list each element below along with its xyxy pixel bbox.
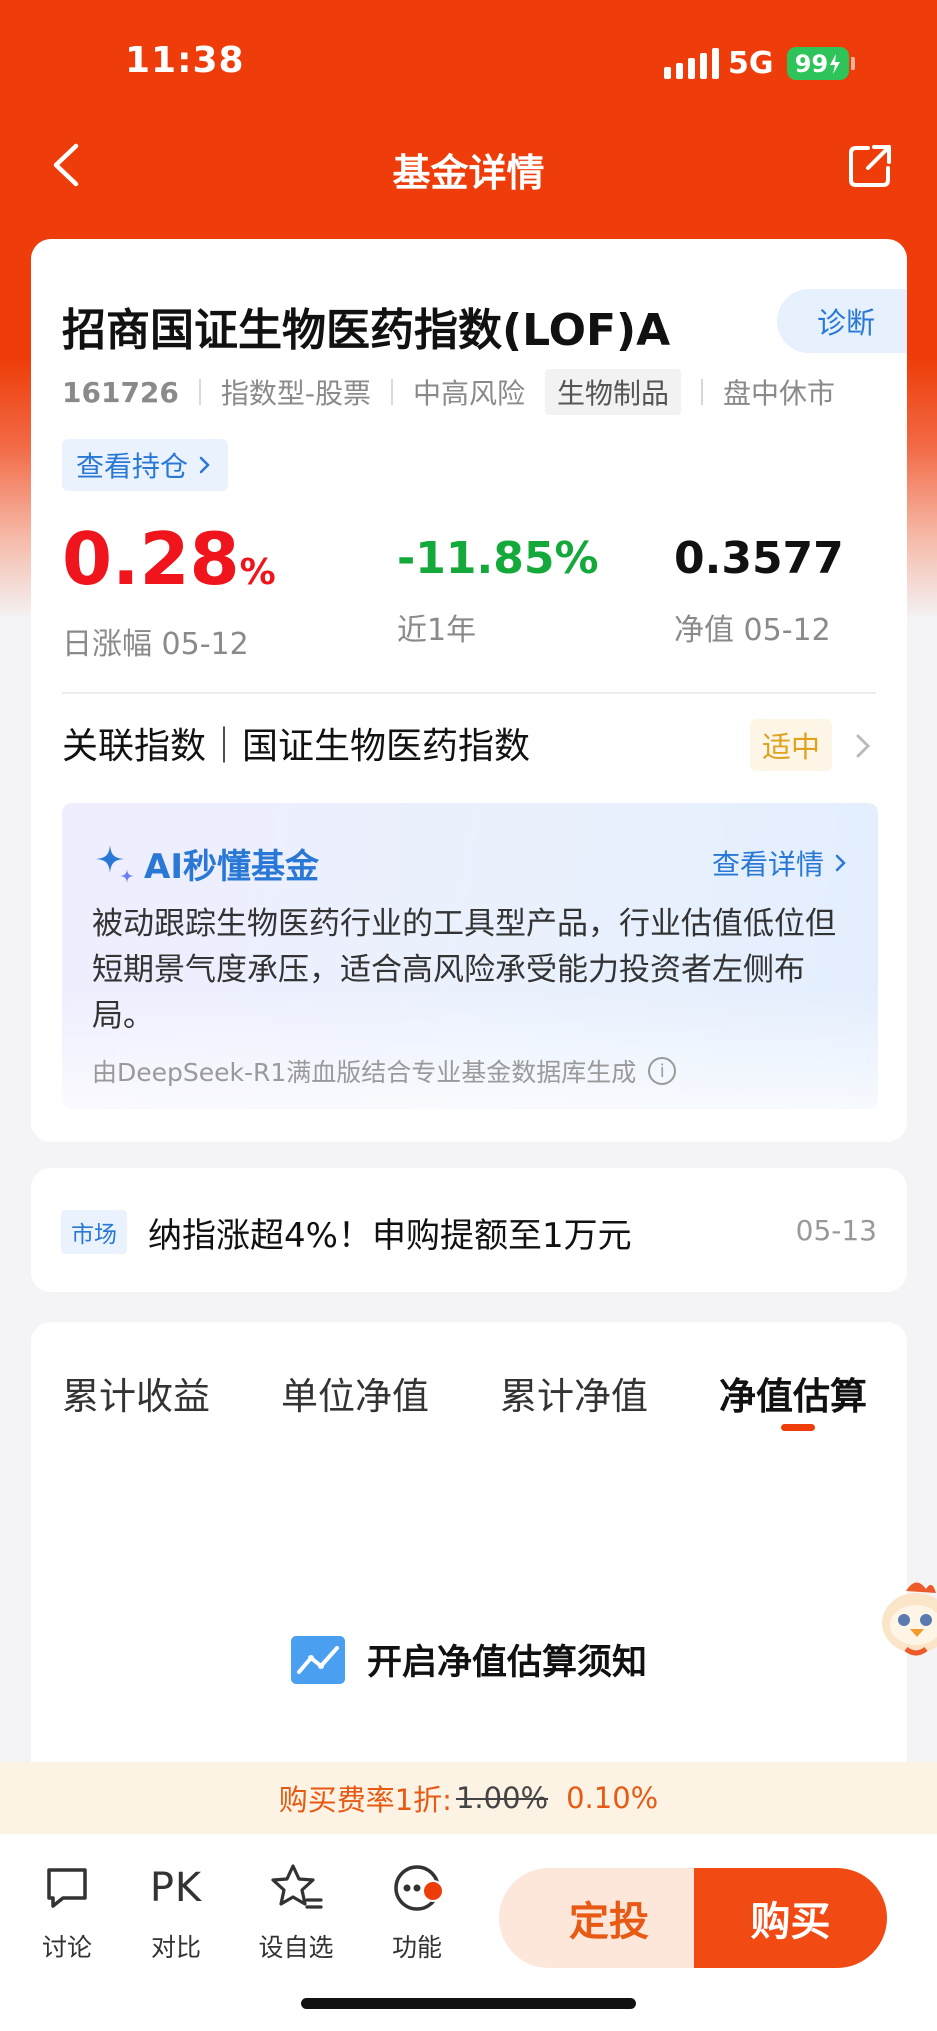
fee-current: 0.10% bbox=[566, 1781, 659, 1815]
nav-value-stat: 0.3577 净值 05-12 bbox=[674, 519, 844, 649]
ai-source: 由DeepSeek-R1满血版结合专业基金数据库生成 i bbox=[92, 1053, 677, 1089]
estimate-notice: 开启净值估算须知 bbox=[31, 1634, 907, 1685]
ai-details-label: 查看详情 bbox=[711, 848, 824, 881]
discuss-button[interactable]: 讨论 bbox=[22, 1858, 112, 1964]
valuation-tag: 适中 bbox=[750, 719, 833, 771]
ai-source-text: 由DeepSeek-R1满血版结合专业基金数据库生成 bbox=[92, 1058, 637, 1087]
chat-bubble-icon bbox=[47, 1868, 87, 1908]
buy-button[interactable]: 购买 bbox=[694, 1868, 887, 1968]
view-holdings-label: 查看持仓 bbox=[76, 450, 189, 483]
star-plus-icon bbox=[271, 1864, 323, 1909]
tab-cumulative-return[interactable]: 累计收益 bbox=[62, 1366, 210, 1420]
ai-summary-box: AI秒懂基金 查看详情 被动跟踪生物医药行业的工具型产品，行业估值低位但短期景气… bbox=[62, 803, 878, 1109]
notification-dot bbox=[422, 1880, 444, 1902]
status-time: 11:38 bbox=[125, 40, 245, 81]
year-return-value: -11.85% bbox=[397, 533, 599, 584]
fund-type: 指数型-股票 bbox=[220, 377, 372, 410]
daily-change-label: 日涨幅 05-12 bbox=[62, 627, 249, 662]
year-return-label: 近1年 bbox=[397, 613, 477, 648]
fund-meta: 161726 指数型-股票 中高风险 生物制品 盘中休市 bbox=[62, 369, 835, 415]
news-date: 05-13 bbox=[795, 1214, 877, 1247]
signal-icon bbox=[664, 47, 719, 79]
fee-prefix: 购买费率1折: bbox=[278, 1783, 452, 1817]
market-status: 盘中休市 bbox=[723, 377, 836, 410]
active-tab-indicator bbox=[781, 1424, 815, 1431]
tab-unit-nav[interactable]: 单位净值 bbox=[281, 1366, 429, 1420]
mascot-icon bbox=[882, 1582, 937, 1656]
discuss-label: 讨论 bbox=[41, 1933, 92, 1962]
ai-summary-text: 被动跟踪生物医药行业的工具型产品，行业估值低位但短期景气度承压，适合高风险承受能… bbox=[92, 906, 836, 1034]
chevron-right-icon[interactable] bbox=[853, 731, 873, 761]
add-watchlist-label: 设自选 bbox=[258, 1933, 334, 1962]
estimate-notice-title: 开启净值估算须知 bbox=[366, 1643, 647, 1683]
tab-cumulative-nav[interactable]: 累计净值 bbox=[500, 1366, 648, 1420]
nav-value-label: 净值 05-12 bbox=[674, 613, 831, 648]
news-card[interactable]: 市场 纳指涨超4%！申购提额至1万元 05-13 bbox=[31, 1168, 907, 1292]
info-icon[interactable]: i bbox=[648, 1057, 677, 1085]
bottom-action-bar: 讨论 PK 对比 设自选 功能 定投 购买 bbox=[0, 1834, 937, 2031]
compare-label: 对比 bbox=[150, 1933, 201, 1962]
functions-button[interactable]: 功能 bbox=[372, 1858, 462, 1964]
daily-change-stat: 0.28% 日涨幅 05-12 bbox=[62, 519, 276, 663]
fee-banner: 购买费率1折: 1.00% 0.10% bbox=[0, 1762, 937, 1834]
tab-nav-estimate[interactable]: 净值估算 bbox=[719, 1366, 867, 1420]
auto-invest-button[interactable]: 定投 bbox=[499, 1868, 699, 1968]
news-tag: 市场 bbox=[61, 1210, 127, 1254]
fund-summary-card: 招商国证生物医药指数(LOF)A 诊断 161726 指数型-股票 中高风险 生… bbox=[31, 239, 907, 1142]
ai-title-text: AI秒懂基金 bbox=[144, 847, 319, 887]
chart-line-icon bbox=[290, 1635, 345, 1684]
share-icon bbox=[849, 145, 891, 187]
page-title: 基金详情 bbox=[392, 151, 545, 195]
pk-icon: PK bbox=[149, 1865, 203, 1911]
chevron-right-icon bbox=[835, 854, 846, 872]
divider bbox=[62, 692, 876, 694]
risk-level: 中高风险 bbox=[413, 377, 526, 410]
battery-tip bbox=[851, 57, 855, 70]
status-bar: 11:38 5G 99 bbox=[0, 0, 937, 120]
nav-value: 0.3577 bbox=[674, 533, 844, 584]
news-headline[interactable]: 纳指涨超4%！申购提额至1万元 bbox=[148, 1208, 632, 1257]
fund-code: 161726 bbox=[62, 375, 179, 409]
year-return-stat: -11.85% 近1年 bbox=[397, 519, 599, 649]
sparkle-icon bbox=[96, 844, 134, 883]
fee-original: 1.00% bbox=[455, 1781, 549, 1815]
home-indicator bbox=[301, 1998, 636, 2009]
battery-icon: 99 bbox=[787, 47, 849, 80]
network-type: 5G bbox=[728, 46, 774, 81]
sector-tag[interactable]: 生物制品 bbox=[545, 369, 682, 415]
compare-button[interactable]: PK 对比 bbox=[131, 1858, 221, 1964]
related-index[interactable]: 关联指数｜国证生物医药指数 bbox=[62, 717, 530, 769]
divider bbox=[391, 379, 394, 405]
diagnose-button[interactable]: 诊断 bbox=[777, 289, 907, 353]
divider bbox=[701, 379, 704, 405]
chevron-right-icon bbox=[199, 456, 210, 474]
view-holdings-button[interactable]: 查看持仓 bbox=[62, 439, 229, 491]
daily-change-value: 0.28% bbox=[62, 517, 276, 601]
divider bbox=[198, 379, 201, 405]
ai-details-link[interactable]: 查看详情 bbox=[712, 843, 850, 883]
mascot-float[interactable] bbox=[876, 1565, 937, 1665]
functions-label: 功能 bbox=[391, 1933, 442, 1962]
share-button[interactable] bbox=[846, 142, 894, 190]
fund-name: 招商国证生物医药指数(LOF)A bbox=[62, 305, 671, 356]
battery-level: 99 bbox=[794, 49, 829, 78]
ai-title: AI秒懂基金 bbox=[92, 839, 319, 888]
add-watchlist-button[interactable]: 设自选 bbox=[251, 1858, 341, 1964]
